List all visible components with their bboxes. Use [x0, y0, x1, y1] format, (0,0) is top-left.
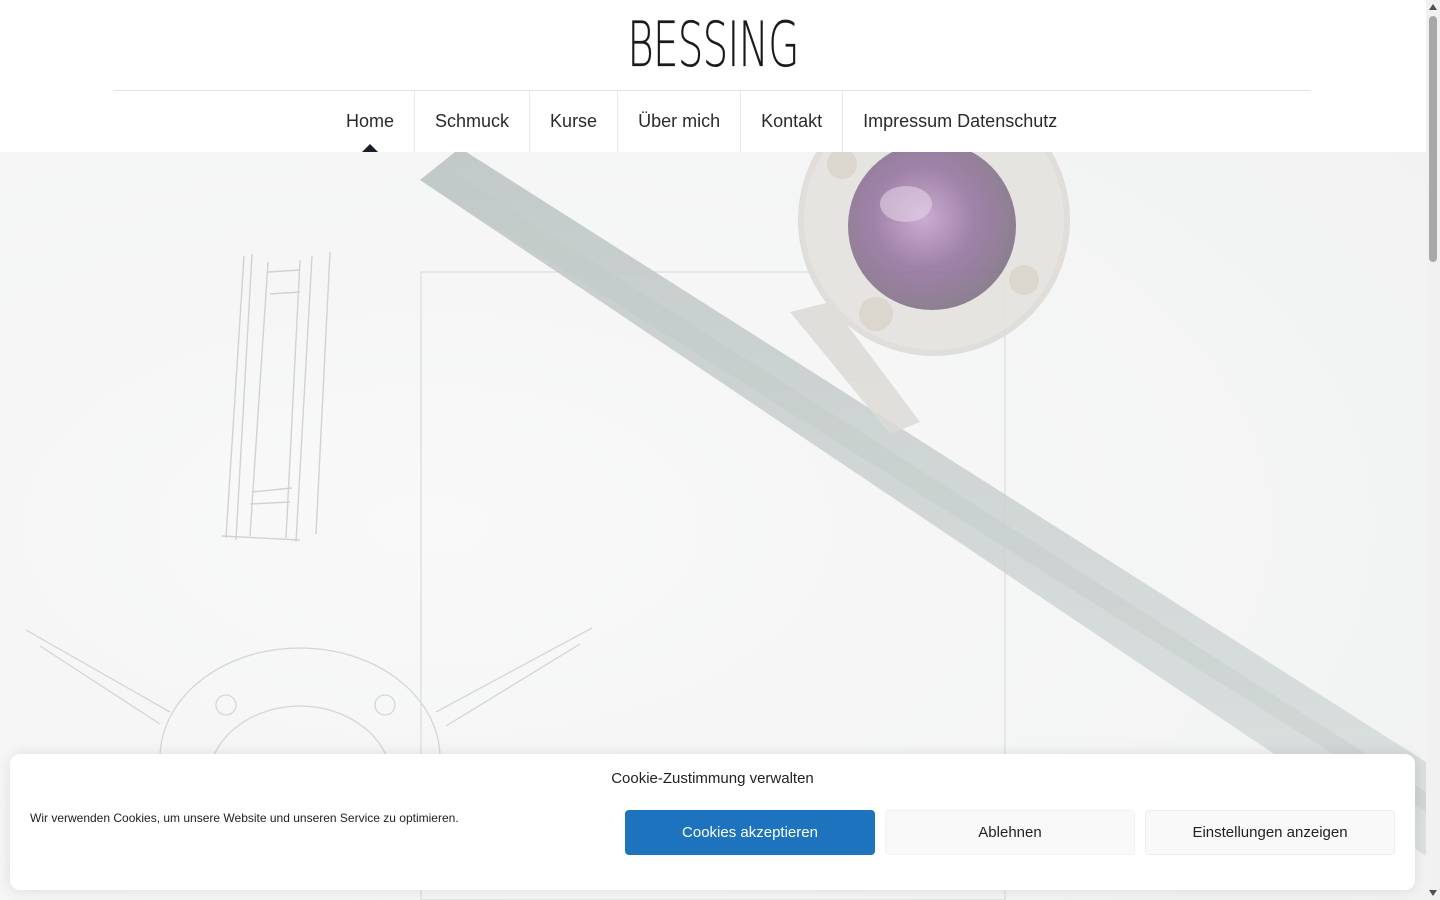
nav-item-kurse[interactable]: Kurse [530, 91, 619, 152]
scroll-down-arrow-icon[interactable] [1429, 890, 1437, 896]
page: BESSING Home Schmuck Kurse Über mich Kon… [0, 0, 1440, 900]
cookie-consent-banner: Cookie-Zustimmung verwalten Wir verwende… [10, 754, 1415, 890]
site-header: BESSING Home Schmuck Kurse Über mich Kon… [0, 0, 1426, 152]
logo-text: BESSING [627, 9, 799, 82]
deny-cookies-button[interactable]: Ablehnen [885, 810, 1135, 855]
nav-item-ueber-mich[interactable]: Über mich [618, 91, 742, 152]
main-nav: Home Schmuck Kurse Über mich Kontakt Imp… [326, 91, 1077, 152]
nav-item-impressum-datenschutz[interactable]: Impressum Datenschutz [843, 91, 1077, 152]
nav-item-home[interactable]: Home [326, 91, 416, 152]
cookie-banner-title: Cookie-Zustimmung verwalten [611, 770, 814, 787]
nav-item-kontakt[interactable]: Kontakt [741, 91, 844, 152]
nav-item-schmuck[interactable]: Schmuck [415, 91, 531, 152]
page-scrollbar[interactable] [1426, 0, 1440, 900]
site-logo[interactable]: BESSING [627, 9, 799, 82]
accept-cookies-button[interactable]: Cookies akzeptieren [625, 810, 875, 855]
cookie-settings-button[interactable]: Einstellungen anzeigen [1145, 810, 1395, 855]
scroll-up-arrow-icon[interactable] [1429, 4, 1437, 10]
cookie-banner-message: Wir verwenden Cookies, um unsere Website… [30, 811, 459, 825]
scrollbar-thumb[interactable] [1429, 16, 1437, 262]
